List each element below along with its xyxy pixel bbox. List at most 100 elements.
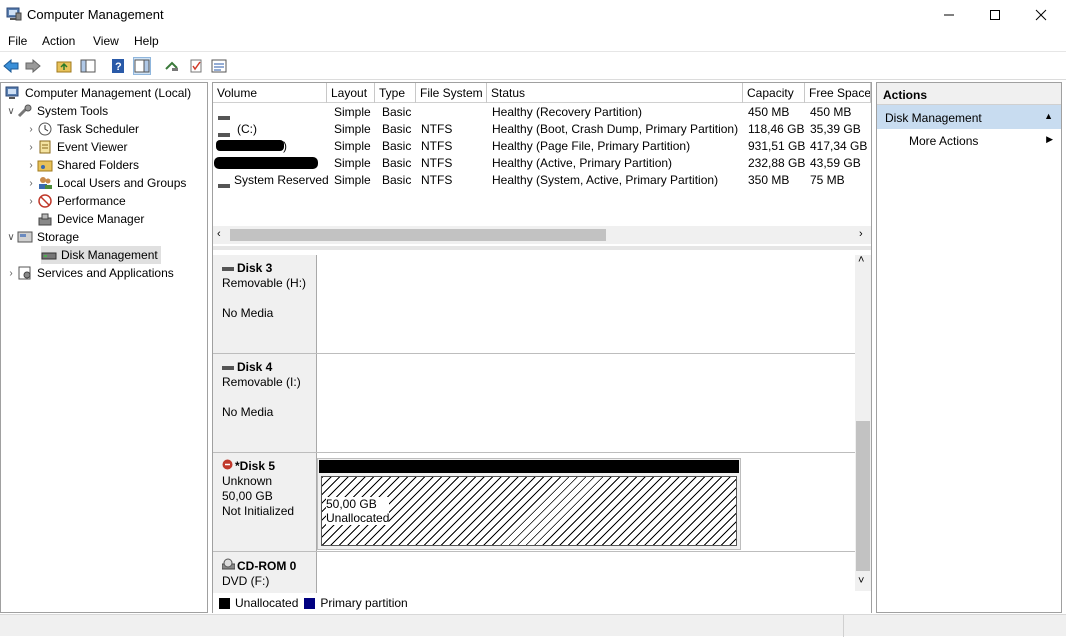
cell-volume: System Reserved [234, 173, 329, 187]
show-action-pane-icon[interactable] [133, 57, 151, 75]
properties-check-icon[interactable] [187, 57, 205, 75]
tree-label: Services and Applications [37, 266, 174, 280]
section-label: Disk Management [885, 111, 982, 125]
pane-splitter[interactable] [213, 246, 871, 250]
redaction-mark [216, 140, 284, 151]
tree-item-device-manager[interactable]: Device Manager [37, 210, 144, 228]
menu-action[interactable]: Action [42, 34, 75, 48]
column-volume[interactable]: Volume [213, 83, 327, 103]
table-row[interactable]: Simple Basic NTFS Healthy (Active, Prima… [213, 155, 871, 172]
services-icon [17, 266, 33, 280]
cell-capacity: 118,46 GB [748, 122, 805, 136]
disk-size [222, 291, 316, 306]
back-arrow-icon[interactable] [2, 57, 20, 75]
disk-row[interactable]: Disk 3 Removable (H:) No Media [213, 255, 855, 354]
cell-capacity: 232,88 GB [748, 156, 806, 170]
cell-status: Healthy (System, Active, Primary Partiti… [492, 173, 719, 187]
disk-management-pane: Volume Layout Type File System Status Ca… [212, 82, 872, 613]
vscroll-thumb[interactable] [856, 421, 870, 571]
tree-item-computer-management[interactable]: Computer Management (Local) [5, 84, 191, 102]
column-free-space[interactable]: Free Space [805, 83, 871, 103]
column-capacity[interactable]: Capacity [743, 83, 805, 103]
connect-icon[interactable] [163, 57, 181, 75]
cell-status: Healthy (Page File, Primary Partition) [492, 139, 691, 153]
tree-label: Task Scheduler [57, 122, 140, 136]
column-type[interactable]: Type [375, 83, 416, 103]
actions-section-disk-management[interactable]: Disk Management ▲ [877, 105, 1061, 129]
unallocated-swatch [219, 597, 230, 609]
forward-arrow-icon[interactable] [24, 57, 42, 75]
menu-help[interactable]: Help [134, 34, 159, 48]
disk-label[interactable]: Disk 3 Removable (H:) No Media [213, 255, 317, 353]
up-folder-icon[interactable] [55, 57, 73, 75]
unallocated-partition[interactable]: 50,00 GB Unallocated [321, 476, 737, 546]
disk-map-vscrollbar[interactable]: ˄ ˅ [855, 254, 871, 591]
show-hide-tree-icon[interactable] [79, 57, 97, 75]
chevron-down-icon[interactable]: ∨ [5, 232, 17, 243]
chevron-right-icon[interactable]: › [25, 178, 37, 189]
collapse-up-icon[interactable]: ▲ [1044, 111, 1053, 121]
tree-item-system-tools[interactable]: ∨ System Tools [5, 102, 108, 120]
status-divider [843, 615, 844, 637]
disk-type: Unknown [222, 474, 273, 488]
menu-view[interactable]: View [93, 34, 119, 48]
tree-item-performance[interactable]: › Performance [25, 192, 125, 210]
chevron-down-icon[interactable]: ∨ [5, 106, 17, 117]
column-layout[interactable]: Layout [327, 83, 375, 103]
disk-label[interactable]: CD-ROM 0 DVD (F:) [213, 552, 317, 595]
scroll-down-icon[interactable]: ˅ [858, 575, 864, 587]
volume-list-hscrollbar[interactable]: ‹ › [213, 226, 871, 244]
tree-item-local-users[interactable]: › Local Users and Groups [25, 174, 186, 192]
tree-label: Local Users and Groups [57, 176, 187, 190]
tree-item-shared-folders[interactable]: › Shared Folders [25, 156, 139, 174]
scroll-left-icon[interactable]: ‹ [217, 228, 221, 240]
list-view-icon[interactable] [210, 57, 228, 75]
cell-type: Basic [382, 139, 412, 153]
table-row[interactable]: ) Simple Basic NTFS Healthy (Page File, … [213, 138, 871, 155]
cd-rom-icon [221, 558, 236, 574]
chevron-right-icon[interactable]: › [25, 142, 37, 153]
table-row[interactable]: System Reserved Simple Basic NTFS Health… [213, 172, 871, 189]
tree-label: System Tools [37, 104, 109, 118]
cell-fs: NTFS [421, 139, 453, 153]
cell-volume: (C:) [237, 122, 257, 136]
scroll-up-icon[interactable]: ˄ [858, 254, 864, 266]
tree-item-services[interactable]: › Services and Applications [5, 264, 174, 282]
scroll-right-icon[interactable]: › [859, 228, 863, 240]
disk-size [222, 390, 316, 405]
chevron-right-icon[interactable]: › [25, 196, 37, 207]
tree-item-event-viewer[interactable]: › Event Viewer [25, 138, 127, 156]
chevron-right-icon[interactable]: › [25, 160, 37, 171]
cell-free: 43,59 GB [810, 156, 861, 170]
maximize-button[interactable] [972, 0, 1018, 30]
table-row[interactable]: (C:) Simple Basic NTFS Healthy (Boot, Cr… [213, 121, 871, 138]
disk-row[interactable]: CD-ROM 0 DVD (F:) [213, 552, 855, 595]
disk-label[interactable]: *Disk 5 Unknown 50,00 GB Not Initialized [213, 453, 317, 551]
column-file-system[interactable]: File System [416, 83, 487, 103]
disk-row[interactable]: *Disk 5 Unknown 50,00 GB Not Initialized… [213, 453, 855, 552]
table-row[interactable]: Simple Basic Healthy (Recovery Partition… [213, 104, 871, 121]
tree-label: Device Manager [57, 212, 145, 226]
tree-item-task-scheduler[interactable]: › Task Scheduler [25, 120, 139, 138]
menu-file[interactable]: File [8, 34, 27, 48]
close-button[interactable] [1018, 0, 1064, 30]
column-status[interactable]: Status [487, 83, 743, 103]
cell-type: Basic [382, 173, 412, 187]
more-actions-item[interactable]: More Actions ▶ [877, 129, 1061, 151]
clock-icon [37, 122, 53, 136]
disk-management-icon [41, 248, 57, 262]
tree-item-disk-management[interactable]: Disk Management [41, 246, 161, 264]
disk-status: No Media [222, 405, 274, 419]
help-icon[interactable]: ? [109, 57, 127, 75]
hscroll-thumb[interactable] [230, 229, 606, 241]
toolbar: ? [0, 53, 1066, 80]
device-manager-icon [37, 212, 53, 226]
legend: Unallocated Primary partition [213, 593, 871, 613]
chevron-right-icon[interactable]: › [5, 268, 17, 279]
disk-name: CD-ROM 0 [237, 558, 297, 573]
disk-row[interactable]: Disk 4 Removable (I:) No Media [213, 354, 855, 453]
chevron-right-icon[interactable]: › [25, 124, 37, 135]
tree-item-storage[interactable]: ∨ Storage [5, 228, 79, 246]
disk-label[interactable]: Disk 4 Removable (I:) No Media [213, 354, 317, 452]
minimize-button[interactable] [926, 0, 972, 30]
